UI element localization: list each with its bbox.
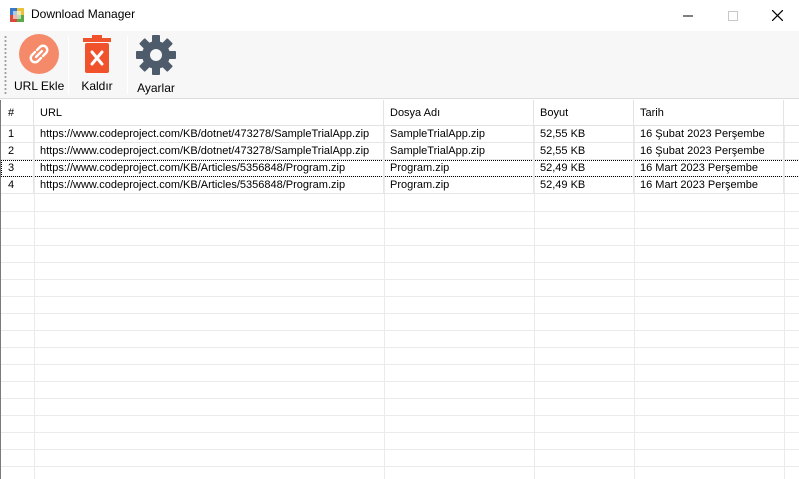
title-bar: Download Manager bbox=[0, 0, 799, 31]
cell-index: 2 bbox=[1, 143, 34, 160]
table-row[interactable]: 1 https://www.codeproject.com/KB/dotnet/… bbox=[1, 126, 799, 143]
grid-header-row: # URL Dosya Adı Boyut Tarih bbox=[1, 100, 799, 126]
grid-line bbox=[1, 313, 799, 314]
column-header-date[interactable]: Tarih bbox=[634, 100, 784, 126]
cell-filename: Program.zip bbox=[384, 177, 534, 194]
settings-button[interactable]: Ayarlar bbox=[134, 33, 178, 95]
gear-icon bbox=[136, 35, 176, 75]
table-row-selected[interactable]: 3 https://www.codeproject.com/KB/Article… bbox=[1, 160, 799, 177]
cell-url: https://www.codeproject.com/KB/Articles/… bbox=[34, 177, 384, 194]
add-url-button[interactable]: URL Ekle bbox=[14, 33, 64, 93]
grid-line bbox=[1, 296, 799, 297]
grid-line bbox=[1, 211, 799, 212]
close-icon bbox=[771, 10, 783, 21]
toolbar-grip[interactable] bbox=[4, 35, 7, 95]
grid-line bbox=[1, 466, 799, 467]
cell-date: 16 Şubat 2023 Perşembe bbox=[634, 143, 784, 160]
remove-label: Kaldır bbox=[81, 79, 113, 93]
cell-size: 52,55 KB bbox=[534, 143, 634, 160]
table-row[interactable]: 2 https://www.codeproject.com/KB/dotnet/… bbox=[1, 143, 799, 160]
grid-line bbox=[1, 398, 799, 399]
close-button[interactable] bbox=[754, 0, 799, 31]
cell-filename: SampleTrialApp.zip bbox=[384, 143, 534, 160]
cell-date: 16 Mart 2023 Perşembe bbox=[634, 160, 784, 177]
settings-label: Ayarlar bbox=[137, 81, 175, 95]
cell-filename: SampleTrialApp.zip bbox=[384, 126, 534, 143]
add-url-label: URL Ekle bbox=[14, 79, 65, 93]
column-header-filename[interactable]: Dosya Adı bbox=[384, 100, 534, 126]
minimize-button[interactable] bbox=[665, 0, 711, 31]
cell-url: https://www.codeproject.com/KB/Articles/… bbox=[34, 160, 384, 177]
grid-line bbox=[1, 330, 799, 331]
cell-filename: Program.zip bbox=[384, 160, 534, 177]
grid-line bbox=[1, 381, 799, 382]
link-icon bbox=[19, 34, 60, 74]
grid-line bbox=[1, 347, 799, 348]
cell-date: 16 Mart 2023 Perşembe bbox=[634, 177, 784, 194]
trash-icon bbox=[83, 35, 111, 73]
cell-date: 16 Şubat 2023 Perşembe bbox=[634, 126, 784, 143]
cell-size: 52,55 KB bbox=[534, 126, 634, 143]
table-row[interactable]: 4 https://www.codeproject.com/KB/Article… bbox=[1, 177, 799, 194]
cell-size: 52,49 KB bbox=[534, 160, 634, 177]
grid-line bbox=[1, 415, 799, 416]
column-header-url[interactable]: URL bbox=[34, 100, 384, 126]
grid-line bbox=[1, 245, 799, 246]
grid-line bbox=[1, 228, 799, 229]
grid-line bbox=[1, 279, 799, 280]
cell-index: 1 bbox=[1, 126, 34, 143]
grid-line bbox=[1, 262, 799, 263]
maximize-icon bbox=[728, 10, 738, 21]
minimize-icon bbox=[683, 15, 693, 16]
grid-line bbox=[1, 449, 799, 450]
toolbar: URL Ekle Kaldır Ayarlar bbox=[0, 31, 799, 99]
toolbar-separator bbox=[127, 36, 128, 94]
remove-button[interactable]: Kaldır bbox=[80, 33, 114, 93]
cell-url: https://www.codeproject.com/KB/dotnet/47… bbox=[34, 143, 384, 160]
column-header-size[interactable]: Boyut bbox=[534, 100, 634, 126]
column-header-index[interactable]: # bbox=[1, 100, 34, 126]
toolbar-separator bbox=[68, 36, 69, 94]
cell-index: 4 bbox=[1, 177, 34, 194]
app-icon bbox=[10, 8, 24, 22]
cell-url: https://www.codeproject.com/KB/dotnet/47… bbox=[34, 126, 384, 143]
cell-size: 52,49 KB bbox=[534, 177, 634, 194]
grid-line bbox=[1, 364, 799, 365]
window-title: Download Manager bbox=[31, 7, 136, 21]
downloads-grid[interactable]: # URL Dosya Adı Boyut Tarih 1 https://ww… bbox=[0, 100, 799, 479]
grid-line bbox=[1, 432, 799, 433]
maximize-button[interactable] bbox=[710, 0, 756, 31]
cell-index: 3 bbox=[1, 160, 34, 177]
